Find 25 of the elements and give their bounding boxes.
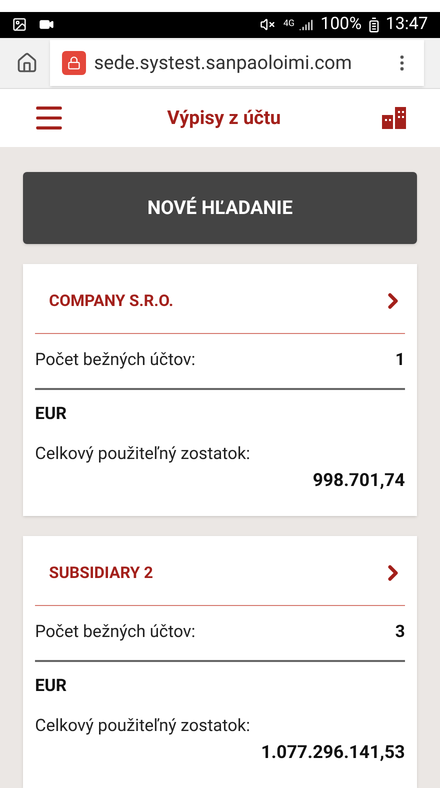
battery-percent: 100% <box>320 13 362 36</box>
new-search-button[interactable]: NOVÉ HĽADANIE <box>23 172 417 244</box>
company-name[interactable]: SUBSIDIARY 2 <box>49 560 381 584</box>
home-icon[interactable] <box>16 52 38 74</box>
currency-label: EUR <box>35 675 68 698</box>
gallery-icon <box>12 17 27 32</box>
accounts-count: 1 <box>395 349 405 372</box>
balance-amount: 998.701,74 <box>312 469 405 493</box>
page-title: Výpisy z účtu <box>166 104 282 131</box>
clock-time: 13:47 <box>386 13 428 36</box>
network-type: 4G <box>283 18 295 31</box>
url-field[interactable]: sede.systest.sanpaoloimi.com <box>50 40 424 86</box>
accounts-label: Počet bežných účtov: <box>35 621 196 644</box>
company-name[interactable]: COMPANY S.R.O. <box>49 288 381 312</box>
signal-icon <box>298 18 313 32</box>
balance-label: Celkový použiteľný zostatok: <box>35 714 252 738</box>
url-text: sede.systest.sanpaoloimi.com <box>94 50 353 76</box>
balance-amount: 1.077.296.141,53 <box>260 741 405 765</box>
mute-icon <box>260 17 276 32</box>
lock-icon <box>62 50 86 75</box>
accounts-label: Počet bežných účtov: <box>35 349 196 372</box>
buildings-icon[interactable] <box>382 105 408 132</box>
balance-label: Celkový použiteľný zostatok: <box>35 442 252 466</box>
accounts-count: 3 <box>395 621 405 644</box>
currency-label: EUR <box>35 403 68 426</box>
